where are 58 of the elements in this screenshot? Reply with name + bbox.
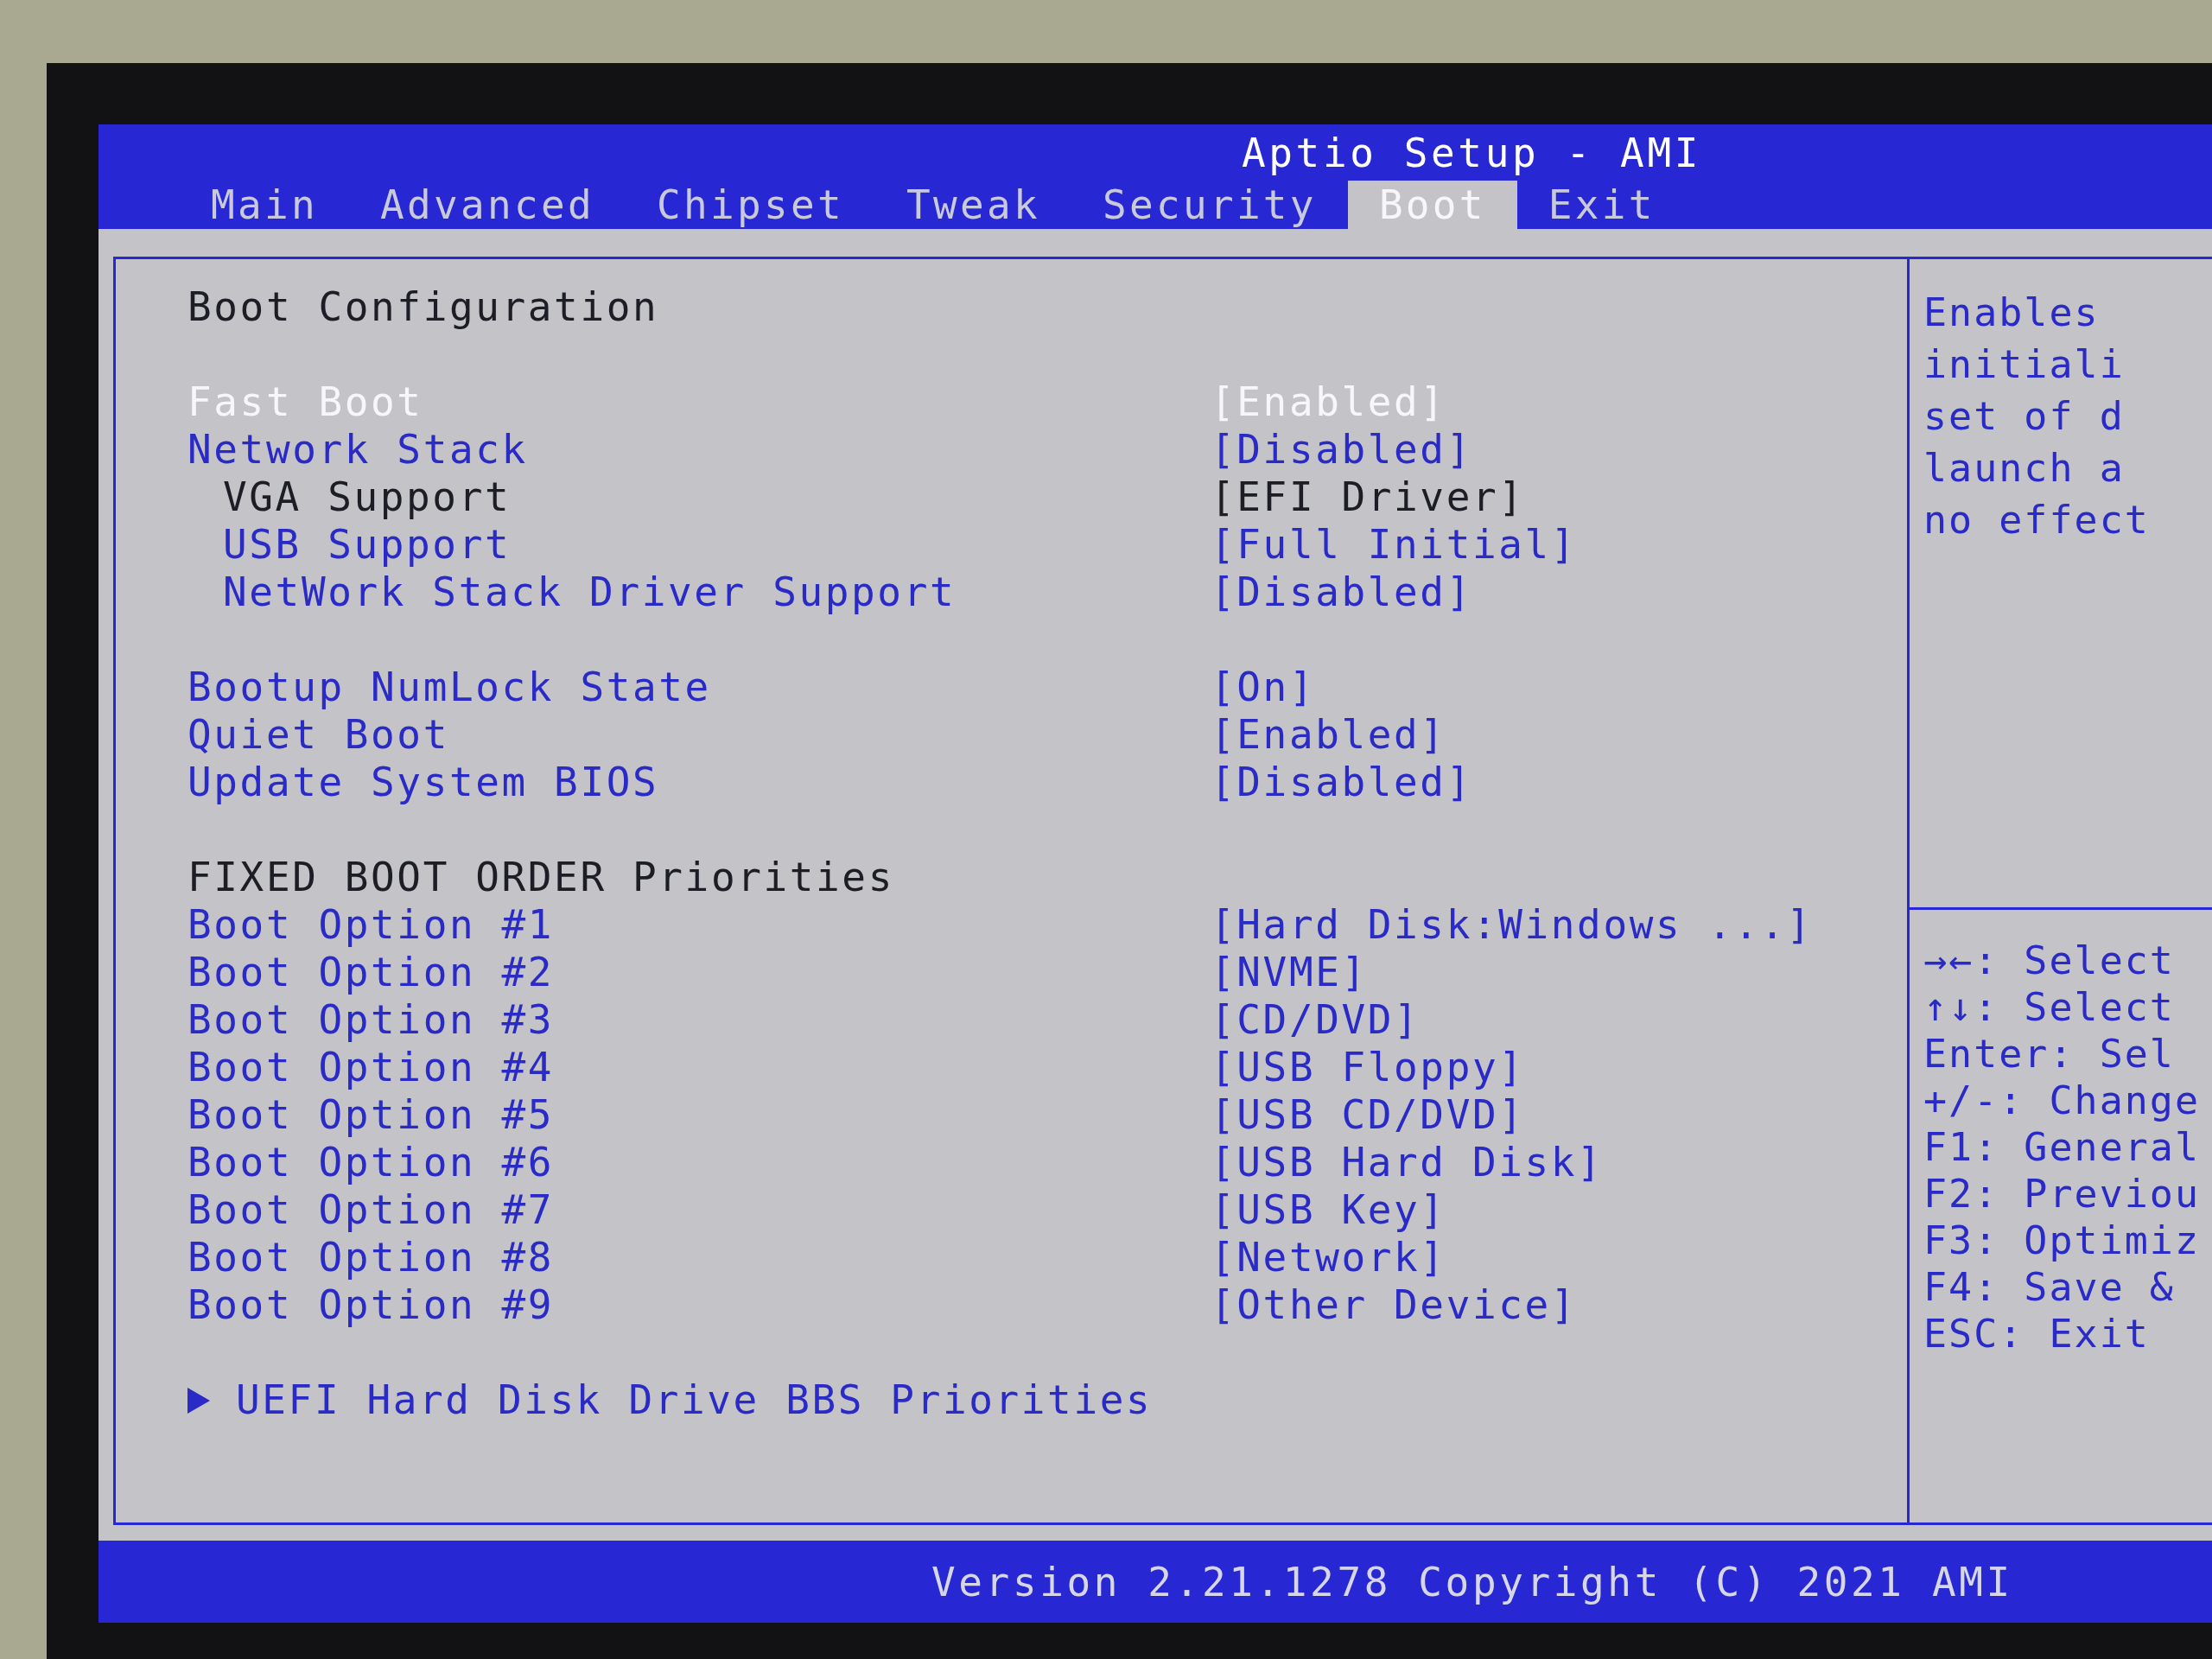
tab[interactable]: Security [1071, 181, 1348, 229]
tab[interactable]: Advanced [349, 181, 626, 229]
setting-value[interactable]: [Disabled] [1211, 569, 1472, 616]
key-hint: +/-: Change [1923, 1077, 2200, 1124]
key-hint: Enter: Sel [1923, 1031, 2175, 1077]
setting-label[interactable]: Boot Option #9 [188, 1281, 555, 1329]
setting-label[interactable]: Network Stack [188, 426, 528, 474]
key-hint: F1: General [1923, 1124, 2200, 1171]
setting-value[interactable]: [USB Key] [1211, 1186, 1446, 1234]
help-text: Enables [1923, 289, 2100, 337]
key-hint: F2: Previou [1923, 1171, 2200, 1217]
setting-label[interactable]: Boot Option #3 [188, 996, 555, 1044]
key-hint: ESC: Exit [1923, 1311, 2150, 1357]
setting-label[interactable]: USB Support [223, 521, 512, 569]
setting-label: VGA Support [223, 474, 512, 521]
setting-label[interactable]: Boot Option #2 [188, 949, 555, 996]
help-text: set of d [1923, 392, 2125, 441]
setting-value[interactable]: [On] [1211, 664, 1316, 711]
setting-label[interactable]: Update System BIOS [188, 759, 659, 806]
tab[interactable]: Exit [1516, 181, 1687, 229]
setting-value[interactable]: [NVME] [1211, 949, 1368, 996]
tab[interactable]: Main [180, 181, 349, 229]
setting-value[interactable]: [CD/DVD] [1211, 996, 1421, 1044]
section-heading: Boot Configuration [188, 283, 659, 331]
setting-value[interactable]: [USB Hard Disk] [1211, 1139, 1604, 1186]
setting-label[interactable]: NetWork Stack Driver Support [223, 569, 957, 616]
help-text: launch a [1923, 444, 2125, 493]
setting-label[interactable]: Boot Option #6 [188, 1139, 555, 1186]
section-heading: FIXED BOOT ORDER Priorities [188, 854, 894, 901]
setting-value[interactable]: [Other Device] [1211, 1281, 1578, 1329]
setting-value: [EFI Driver] [1211, 474, 1525, 521]
window-title: Aptio Setup - AMI [1242, 129, 1701, 176]
setting-label[interactable]: Bootup NumLock State [188, 664, 711, 711]
setting-label[interactable]: Boot Option #4 [188, 1044, 555, 1091]
setting-label[interactable]: Boot Option #1 [188, 901, 555, 949]
key-hint: →←: Select [1923, 938, 2175, 984]
tab[interactable]: Tweak [874, 181, 1071, 229]
setting-value[interactable]: [Network] [1211, 1234, 1446, 1281]
setting-value[interactable]: [Full Initial] [1211, 521, 1578, 569]
tab[interactable]: Chipset [625, 181, 875, 229]
key-hint: ↑↓: Select [1923, 984, 2175, 1031]
help-text: initiali [1923, 340, 2125, 389]
help-text: no effect [1923, 496, 2150, 544]
setting-value[interactable]: [Disabled] [1211, 759, 1472, 806]
setting-label[interactable]: Quiet Boot [188, 711, 449, 759]
setting-label[interactable]: Boot Option #5 [188, 1091, 555, 1139]
setting-value[interactable]: [Disabled] [1211, 426, 1472, 474]
triangle-icon [188, 1387, 210, 1414]
submenu-link[interactable]: UEFI Hard Disk Drive BBS Priorities [236, 1376, 1153, 1424]
setting-label[interactable]: Boot Option #7 [188, 1186, 555, 1234]
setting-label[interactable]: Boot Option #8 [188, 1234, 555, 1281]
setting-value[interactable]: [Hard Disk:Windows ...] [1211, 901, 1813, 949]
key-hint: F4: Save & [1923, 1264, 2175, 1311]
setting-value[interactable]: [USB CD/DVD] [1211, 1091, 1525, 1139]
key-hint: F3: Optimiz [1923, 1217, 2200, 1264]
setting-value[interactable]: [USB Floppy] [1211, 1044, 1525, 1091]
version-text: Version 2.21.1278 Copyright (C) 2021 AMI [931, 1558, 2013, 1605]
setting-value[interactable]: [Enabled] [1211, 711, 1446, 759]
